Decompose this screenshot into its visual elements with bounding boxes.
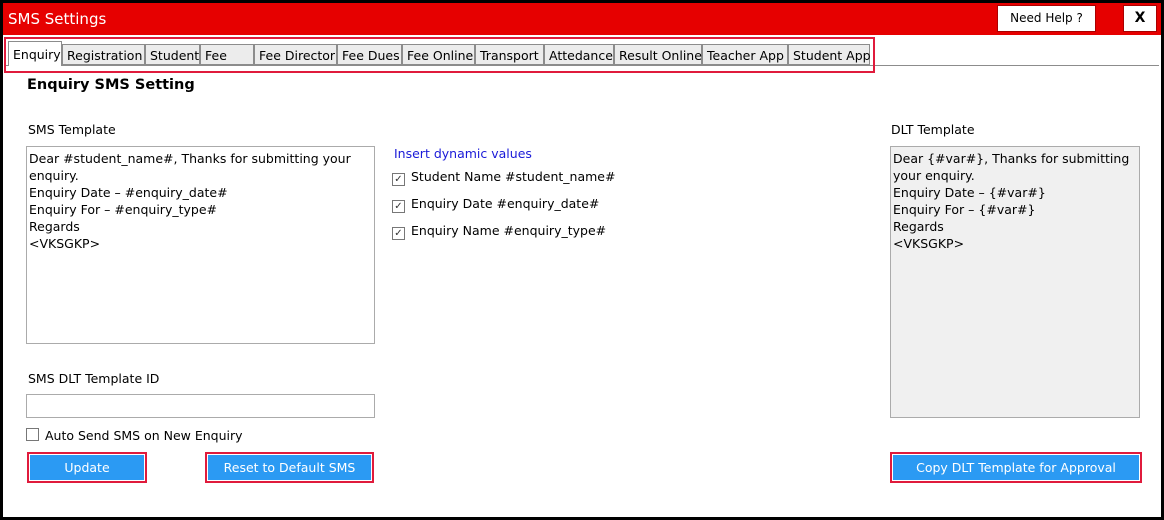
tabs-highlight (4, 37, 875, 73)
auto-send-checkbox[interactable] (26, 428, 39, 441)
window-title: SMS Settings (8, 10, 107, 28)
auto-send-sms-option[interactable]: Auto Send SMS on New Enquiry (26, 427, 243, 443)
reset-default-sms-button[interactable]: Reset to Default SMS (205, 452, 374, 483)
dlt-template-id-label: SMS DLT Template ID (28, 371, 160, 386)
sms-template-textarea[interactable]: Dear #student_name#, Thanks for submitti… (26, 146, 375, 344)
copy-dlt-template-button[interactable]: Copy DLT Template for Approval (890, 452, 1142, 483)
dynamic-value-enquiry-name[interactable]: ✓ Enquiry Name #enquiry_type# (392, 223, 606, 240)
dynamic-value-student-name[interactable]: ✓ Student Name #student_name# (392, 169, 615, 186)
dlt-template-label: DLT Template (891, 122, 975, 137)
update-button[interactable]: Update (27, 452, 147, 483)
need-help-button[interactable]: Need Help ? (997, 5, 1096, 32)
page-title: Enquiry SMS Setting (27, 77, 195, 93)
checkbox-enquiry-name[interactable]: ✓ (392, 227, 405, 240)
close-button[interactable]: X (1123, 5, 1157, 32)
sms-template-label: SMS Template (28, 122, 116, 137)
title-bar: SMS Settings Need Help ? X (3, 3, 1161, 35)
dlt-template-textarea[interactable]: Dear {#var#}, Thanks for submitting your… (890, 146, 1140, 418)
checkbox-enquiry-date[interactable]: ✓ (392, 200, 405, 213)
dynamic-value-enquiry-date[interactable]: ✓ Enquiry Date #enquiry_date# (392, 196, 599, 213)
sms-settings-window: SMS Settings Need Help ? X Enquiry Regis… (0, 0, 1164, 520)
insert-dynamic-values-label: Insert dynamic values (394, 146, 532, 161)
checkbox-student-name[interactable]: ✓ (392, 173, 405, 186)
dlt-template-id-input[interactable] (26, 394, 375, 418)
